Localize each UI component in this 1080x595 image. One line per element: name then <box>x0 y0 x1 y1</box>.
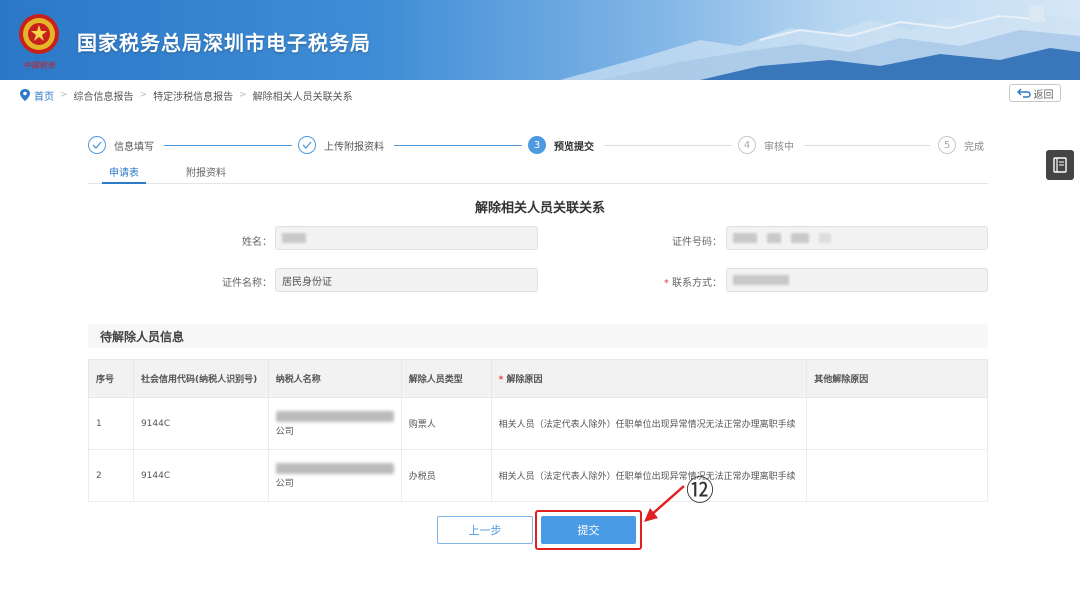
subtab-bar: 申请表 附报资料 <box>88 160 988 184</box>
name-label: 姓名： <box>242 237 272 248</box>
col-header-code: 社会信用代码(纳税人识别号) <box>132 359 269 398</box>
id-type-value: 居民身份证 <box>282 276 332 288</box>
back-button-label: 返回 <box>1033 89 1054 101</box>
step-number: 5 <box>938 136 956 154</box>
cell-type: 购票人 <box>400 397 492 450</box>
required-mark: * <box>498 375 504 385</box>
check-icon <box>298 136 316 154</box>
emblem-caption: 中国税务 <box>23 61 56 70</box>
breadcrumb-home[interactable]: 首页 <box>34 88 54 103</box>
check-icon <box>88 136 106 154</box>
breadcrumb: 首页 > 综合信息报告 > 特定涉税信息报告 > 解除相关人员关联关系 <box>20 86 353 104</box>
previous-step-button[interactable]: 上一步 <box>437 516 533 544</box>
breadcrumb-item-specific[interactable]: 特定涉税信息报告 <box>153 88 233 103</box>
company-suffix: 公司 <box>275 478 294 489</box>
annotation-arrow-icon: ⑫ <box>644 474 714 522</box>
site-title: 国家税务总局深圳市电子税务局 <box>77 31 371 55</box>
back-button[interactable]: 返回 <box>1009 84 1061 102</box>
name-field[interactable] <box>275 226 538 250</box>
cell-taxpayer: 公司 <box>267 397 402 450</box>
redacted-value <box>275 462 394 474</box>
redacted-value <box>767 233 781 243</box>
location-pin-icon <box>20 89 30 101</box>
step-connector <box>164 145 292 146</box>
contact-label-text: 联系方式： <box>672 278 722 289</box>
cell-index: 2 <box>88 449 134 502</box>
breadcrumb-separator: > <box>239 90 247 100</box>
guide-book-button[interactable] <box>1046 150 1074 180</box>
cell-taxpayer: 公司 <box>267 449 402 502</box>
step-connector <box>394 145 522 146</box>
redacted-value <box>733 233 757 243</box>
site-header: 中国税务 国家税务总局深圳市电子税务局 <box>0 0 1080 80</box>
contact-label: * 联系方式： <box>630 274 722 289</box>
cell-code: 9144C <box>132 449 269 502</box>
contact-field[interactable] <box>726 268 988 292</box>
col-header-reason: * 解除原因 <box>490 359 808 398</box>
step-complete: 5 完成 <box>938 134 984 156</box>
step-connector <box>804 145 930 146</box>
cell-type: 办税员 <box>400 449 492 502</box>
table-row[interactable]: 1 9144C 公司 购票人 相关人员（法定代表人除外）任职单位出现异常情况无法… <box>88 397 988 450</box>
table-header-row: 序号 社会信用代码(纳税人识别号) 纳税人名称 解除人员类型 * 解除原因 其他… <box>88 359 988 398</box>
cell-code: 9144C <box>132 397 269 450</box>
tab-application-form[interactable]: 申请表 <box>102 164 146 184</box>
id-number-field[interactable] <box>726 226 988 250</box>
submit-highlight-box <box>535 510 642 550</box>
return-arrow-icon <box>1016 88 1031 98</box>
step-label: 信息填写 <box>114 141 154 153</box>
col-header-index: 序号 <box>88 359 134 398</box>
step-label: 审核中 <box>764 141 794 153</box>
breadcrumb-separator: > <box>139 90 148 100</box>
col-header-type: 解除人员类型 <box>400 359 492 398</box>
step-annotation-number: ⑫ <box>686 474 714 507</box>
personnel-table: 序号 社会信用代码(纳税人识别号) 纳税人名称 解除人员类型 * 解除原因 其他… <box>88 359 988 502</box>
step-review: 4 审核中 <box>738 134 794 156</box>
step-upload: 上传附报资料 <box>298 134 384 156</box>
step-number: 4 <box>738 136 756 154</box>
step-number: 3 <box>528 136 546 154</box>
step-label: 上传附报资料 <box>324 141 384 153</box>
cell-index: 1 <box>88 397 134 450</box>
redacted-value <box>819 233 831 243</box>
step-label: 预览提交 <box>554 141 594 153</box>
step-preview-submit: 3 预览提交 <box>528 134 594 156</box>
redacted-value <box>275 410 394 422</box>
progress-steps: 信息填写 上传附报资料 3 预览提交 4 审核中 5 完成 <box>88 134 988 156</box>
redacted-value <box>791 233 809 243</box>
section-title: 待解除人员信息 <box>88 324 988 348</box>
step-label: 完成 <box>964 141 984 153</box>
tax-emblem-icon: 中国税务 <box>19 14 59 70</box>
cell-other-reason[interactable] <box>806 449 988 502</box>
col-header-taxpayer: 纳税人名称 <box>267 359 402 398</box>
col-header-reason-text: 解除原因 <box>506 375 543 385</box>
step-info-fill: 信息填写 <box>88 134 154 156</box>
book-icon <box>1053 157 1067 173</box>
cell-other-reason[interactable] <box>806 397 988 450</box>
col-header-other-reason: 其他解除原因 <box>806 359 988 398</box>
cell-reason: 相关人员（法定代表人除外）任职单位出现异常情况无法正常办理离职手续 <box>490 397 808 450</box>
tab-attachments[interactable]: 附报资料 <box>184 164 228 184</box>
table-row[interactable]: 2 9144C 公司 办税员 相关人员（法定代表人除外）任职单位出现异常情况无法… <box>88 449 988 502</box>
redacted-value <box>733 275 789 285</box>
breadcrumb-item-current: 解除相关人员关联关系 <box>252 91 353 103</box>
company-suffix: 公司 <box>275 426 294 437</box>
breadcrumb-separator: > <box>60 90 68 100</box>
redacted-value <box>282 233 306 243</box>
id-type-field[interactable]: 居民身份证 <box>275 268 538 292</box>
id-number-label: 证件号码： <box>672 237 722 248</box>
step-connector <box>604 145 732 146</box>
breadcrumb-item-comprehensive[interactable]: 综合信息报告 <box>74 88 134 103</box>
form-title: 解除相关人员关联关系 <box>474 201 605 216</box>
id-type-label: 证件名称： <box>222 278 272 289</box>
required-mark: * <box>663 278 669 289</box>
